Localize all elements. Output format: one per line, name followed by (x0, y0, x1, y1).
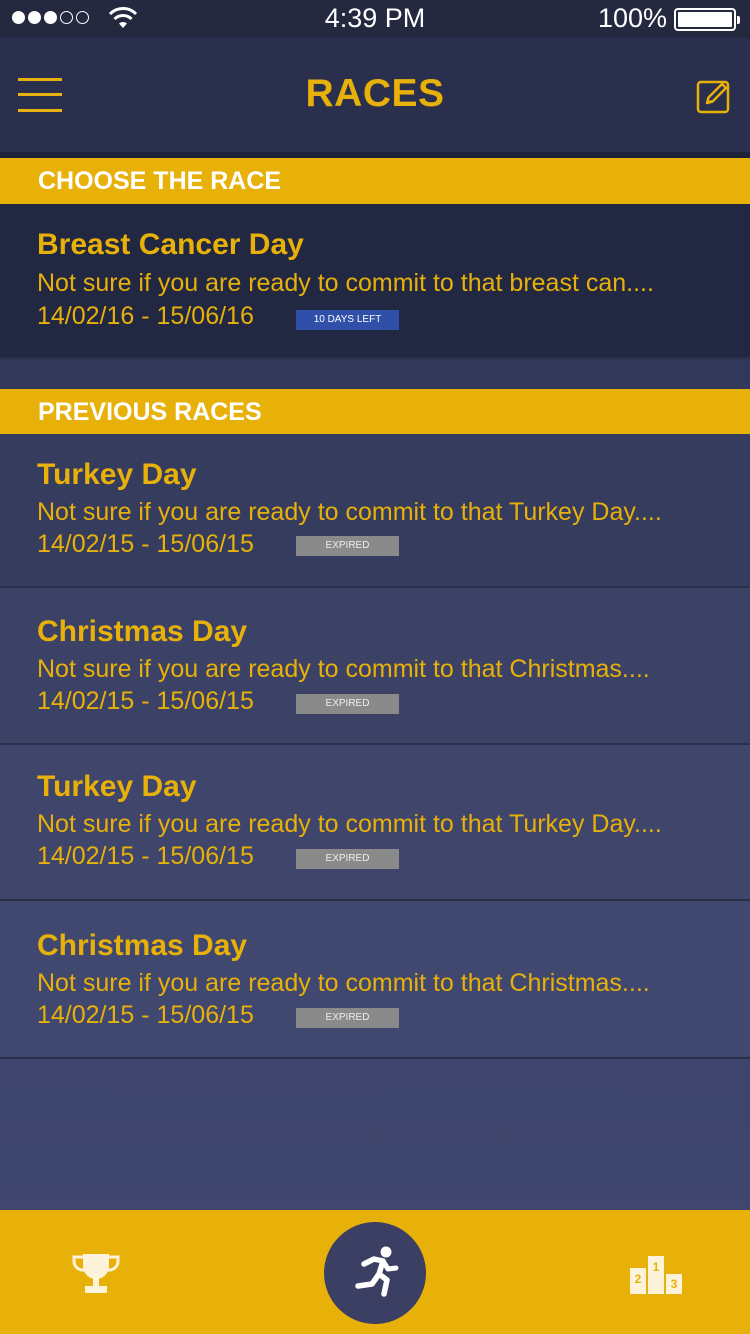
page-title: RACES (305, 72, 445, 115)
race-title: Turkey Day (37, 458, 197, 491)
race-title: Breast Cancer Day (37, 228, 304, 261)
race-dates: 14/02/15 - 15/06/15 (37, 842, 254, 870)
expired-badge: EXPIRED (296, 849, 399, 869)
race-dates: 14/02/15 - 15/06/15 (37, 1001, 254, 1029)
navigation-bar: RACES (0, 38, 750, 152)
runner-icon (355, 1246, 399, 1297)
podium-label-2: 2 (635, 1272, 642, 1286)
tab-bar: 2 1 3 (0, 1210, 750, 1334)
race-item-previous[interactable]: Christmas Day Not sure if you are ready … (0, 901, 750, 1059)
podium-icon[interactable]: 2 1 3 (630, 1256, 682, 1294)
battery-icon (674, 8, 740, 31)
race-description: Not sure if you are ready to commit to t… (37, 655, 650, 683)
race-item-previous[interactable]: Turkey Day Not sure if you are ready to … (0, 434, 750, 588)
start-run-button[interactable] (324, 1222, 426, 1324)
expired-badge: EXPIRED (296, 1008, 399, 1028)
battery-percentage: 100% (597, 3, 667, 33)
trophy-icon[interactable] (70, 1252, 122, 1296)
race-dates: 14/02/16 - 15/06/16 (37, 302, 254, 330)
race-title: Christmas Day (37, 615, 248, 648)
status-bar: 4:39 PM 100% (0, 0, 750, 38)
race-dates: 14/02/15 - 15/06/15 (37, 687, 254, 715)
days-left-badge: 10 DAYS LEFT (296, 310, 399, 330)
podium-label-1: 1 (653, 1260, 660, 1274)
race-description: Not sure if you are ready to commit to t… (37, 810, 662, 838)
race-description: Not sure if you are ready to commit to t… (37, 969, 650, 997)
race-title: Turkey Day (37, 770, 197, 803)
section-header-previous-races: PREVIOUS RACES (0, 389, 750, 435)
podium-label-3: 3 (671, 1277, 678, 1291)
expired-badge: EXPIRED (296, 694, 399, 714)
race-item-previous[interactable]: Christmas Day Not sure if you are ready … (0, 588, 750, 745)
race-dates: 14/02/15 - 15/06/15 (37, 530, 254, 558)
race-item-previous[interactable]: Turkey Day Not sure if you are ready to … (0, 745, 750, 901)
race-item-current[interactable]: Breast Cancer Day Not sure if you are re… (0, 204, 750, 359)
edit-icon[interactable] (696, 78, 732, 114)
section-header-choose-race: CHOOSE THE RACE (0, 158, 750, 204)
expired-badge: EXPIRED (296, 536, 399, 556)
race-title: Christmas Day (37, 929, 248, 962)
race-description: Not sure if you are ready to commit to t… (37, 498, 662, 526)
race-description: Not sure if you are ready to commit to t… (37, 269, 654, 297)
